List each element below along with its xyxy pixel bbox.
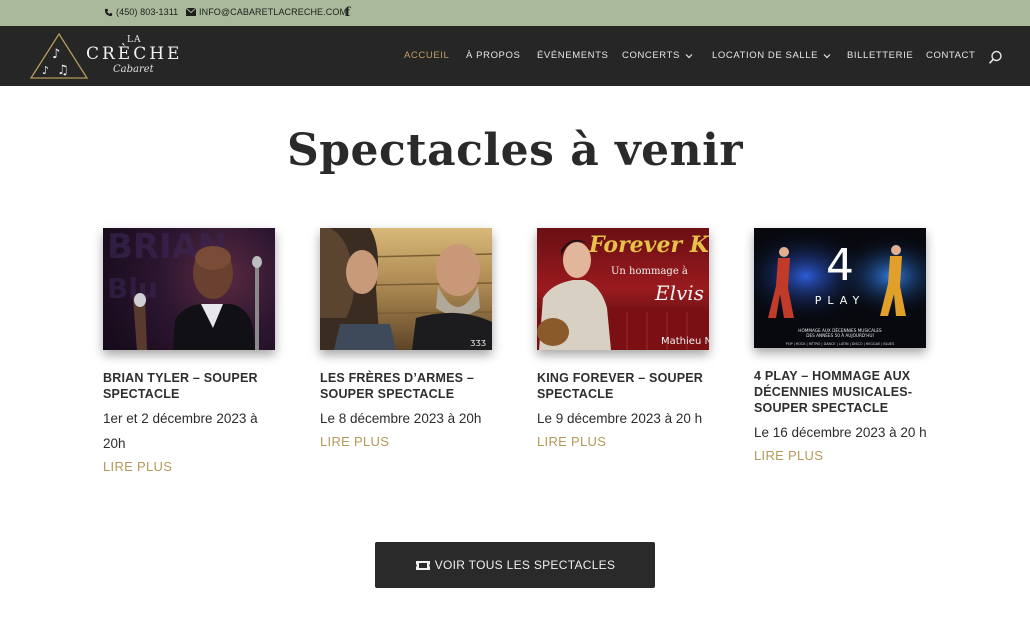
nav-accueil[interactable]: ACCUEIL (404, 50, 449, 61)
nav-billetterie[interactable]: BILLETTERIE (847, 50, 913, 61)
svg-text:Un hommage à: Un hommage à (611, 266, 688, 277)
read-more-link[interactable]: LIRE PLUS (537, 431, 711, 453)
phone-number: (450) 803-1311 (116, 7, 179, 17)
chevron-down-icon (823, 53, 831, 58)
svg-text:Blu: Blu (107, 272, 158, 305)
nav-evenements[interactable]: ÉVÉNEMENTS (537, 50, 608, 61)
svg-text:PLAY: PLAY (815, 294, 865, 307)
singer-photo: BRIAN Blu (107, 228, 262, 350)
read-more-link[interactable]: LIRE PLUS (754, 445, 928, 467)
svg-text:♫: ♫ (57, 63, 69, 78)
show-title[interactable]: KING FOREVER – SOUPER SPECTACLE (537, 370, 711, 402)
read-more-link[interactable]: LIRE PLUS (320, 431, 494, 453)
show-card: 4 PLAY HOMMAGE AUX DÉCENNIES MUSICALES D… (754, 228, 928, 467)
duo-photo: ƷƷƷ (320, 228, 492, 350)
svg-text:4: 4 (826, 240, 854, 291)
view-all-shows-button[interactable]: VOIR TOUS LES SPECTACLES (375, 542, 655, 588)
svg-text:DES ANNÉES 50 À AUJOURD'HUI: DES ANNÉES 50 À AUJOURD'HUI (806, 333, 873, 338)
site-header: ♪ ♪ ♫ LA CRÈCHE Cabaret ACCUEIL À PROPOS… (0, 26, 1030, 86)
email-address: INFO@CABARETLACRECHE.COM (199, 7, 348, 17)
chevron-down-icon (685, 53, 693, 58)
logo-subtitle: Cabaret (113, 64, 154, 75)
show-card: Forever Ki Un hommage à Elvis Mathieu Na… (537, 228, 711, 453)
show-date: Le 9 décembre 2023 à 20 h (537, 411, 703, 426)
svg-text:Mathieu Na: Mathieu Na (661, 336, 709, 347)
show-image-brian-tyler[interactable]: BRIAN Blu (103, 228, 275, 350)
section-title: Spectacles à venir (286, 125, 744, 176)
site-logo[interactable]: ♪ ♪ ♫ LA CRÈCHE Cabaret (28, 32, 188, 80)
read-more-link[interactable]: LIRE PLUS (103, 456, 277, 478)
show-image-4-play[interactable]: 4 PLAY HOMMAGE AUX DÉCENNIES MUSICALES D… (754, 228, 926, 348)
show-card: BRIAN Blu BRIAN TYLER – SOUPER SPECTACLE… (103, 228, 277, 478)
phone-icon (104, 8, 113, 16)
svg-text:ƷƷƷ: ƷƷƷ (470, 339, 486, 348)
view-all-shows-label: VOIR TOUS LES SPECTACLES (434, 558, 616, 572)
elvis-tribute-photo: Forever Ki Un hommage à Elvis Mathieu Na (537, 232, 709, 350)
email-contact[interactable]: INFO@CABARETLACRECHE.COM (186, 7, 347, 17)
phone-contact[interactable]: (450) 803-1311 (104, 7, 178, 17)
nav-concerts[interactable]: CONCERTS (622, 50, 693, 61)
show-image-freres-darmes[interactable]: ƷƷƷ (320, 228, 492, 350)
svg-text:Elvis: Elvis (654, 281, 704, 305)
4-play-poster: 4 PLAY HOMMAGE AUX DÉCENNIES MUSICALES D… (754, 228, 926, 348)
nav-contact[interactable]: CONTACT (926, 50, 975, 61)
nav-location-de-salle[interactable]: LOCATION DE SALLE (712, 50, 831, 61)
svg-text:♪: ♪ (42, 64, 49, 77)
show-card: ƷƷƷ LES FRÈRES D’ARMES – SOUPER SPECTACL… (320, 228, 494, 453)
show-title[interactable]: 4 PLAY – HOMMAGE AUX DÉCENNIES MUSICALES… (754, 368, 928, 416)
svg-text:♪: ♪ (52, 47, 60, 62)
svg-text:Forever Ki: Forever Ki (588, 232, 709, 258)
ticket-icon (415, 560, 430, 570)
nav-a-propos[interactable]: À PROPOS (466, 50, 520, 61)
show-title[interactable]: BRIAN TYLER – SOUPER SPECTACLE (103, 370, 277, 402)
show-date: Le 16 décembre 2023 à 20 h (754, 425, 927, 440)
show-title[interactable]: LES FRÈRES D’ARMES – SOUPER SPECTACLE (320, 370, 494, 402)
logo-name: CRÈCHE (86, 44, 183, 64)
facebook-icon[interactable]: f (345, 5, 350, 19)
envelope-icon (186, 8, 196, 16)
logo-triangle-icon: ♪ ♪ ♫ (29, 32, 89, 79)
top-bar: (450) 803-1311 INFO@CABARETLACRECHE.COM … (0, 0, 1030, 26)
search-icon[interactable] (988, 50, 1003, 65)
show-date: Le 8 décembre 2023 à 20h (320, 411, 482, 426)
show-image-king-forever[interactable]: Forever Ki Un hommage à Elvis Mathieu Na (537, 228, 709, 350)
svg-text:POP | ROCK | RÉTRO | DANCE | L: POP | ROCK | RÉTRO | DANCE | LATIN | DIS… (786, 341, 894, 346)
show-date: 1er et 2 décembre 2023 à 20h (103, 411, 258, 451)
